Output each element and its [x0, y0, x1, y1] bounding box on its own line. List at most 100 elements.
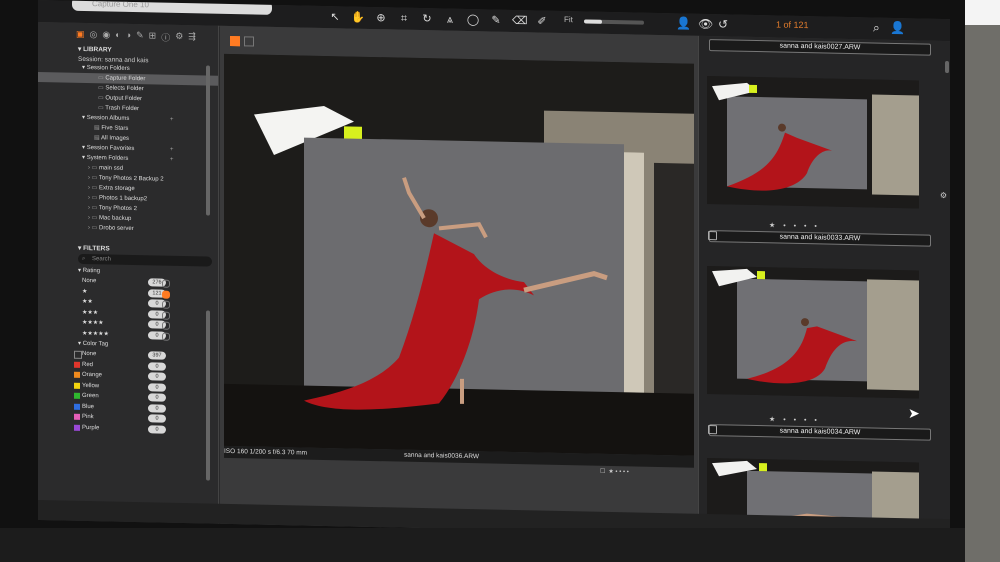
- viewer-rating-stars[interactable]: ★ • • • •: [608, 468, 628, 475]
- capture-tab-icon[interactable]: ◎: [90, 29, 98, 42]
- thumbnail-1[interactable]: [707, 266, 919, 399]
- drive-icon: ▭: [91, 195, 100, 202]
- library-scrollbar[interactable]: [206, 65, 210, 216]
- color-swatch-icon: [74, 371, 80, 378]
- system-folder-label: Tony Photos 2: [98, 205, 137, 213]
- filter-search-placeholder: Search: [92, 256, 112, 263]
- spot-icon[interactable]: ◯: [466, 13, 480, 27]
- profile-icon[interactable]: 👤: [890, 21, 905, 35]
- system-folder-label: Tony Photos 2 Backup 2: [98, 175, 164, 183]
- desk-background: [965, 0, 1000, 562]
- color-swatch-icon: [74, 413, 80, 420]
- thumbnail-0[interactable]: [707, 76, 919, 209]
- crop-icon[interactable]: ⌗: [397, 12, 411, 26]
- thumb-rating-1[interactable]: ★ • • • •: [769, 415, 820, 424]
- brush-icon[interactable]: ✎: [489, 13, 503, 27]
- color-swatch-icon: [74, 361, 80, 368]
- thumb-name-1-label: sanna and kais0033.ARW: [779, 233, 861, 243]
- image-viewer: ISO 160 1/200 s f/6.3 70 mm sanna and ka…: [220, 25, 698, 534]
- rating-filter-toggle[interactable]: [162, 332, 170, 341]
- session-albums-label: Session Albums: [86, 115, 130, 122]
- zoom-slider[interactable]: [584, 19, 644, 25]
- batch-tab-icon[interactable]: ⇶: [188, 31, 196, 44]
- exposure-tab-icon[interactable]: ◑: [126, 30, 131, 43]
- pan-hand-icon[interactable]: ✋: [351, 11, 365, 25]
- filters-header: ▾ FILTERS: [78, 244, 110, 253]
- user-icon[interactable]: 👤: [676, 16, 691, 30]
- lens-tab-icon[interactable]: ◉: [102, 29, 110, 42]
- thumbnail-1-image: [707, 266, 919, 399]
- color-tag-filter-label: Color Tag: [82, 340, 109, 348]
- rating-filter-toggle[interactable]: [162, 311, 170, 320]
- system-folder-label: Mac backup: [99, 215, 132, 222]
- color-tab-icon[interactable]: ◐: [115, 30, 120, 43]
- rating-filter-label: ★★★★★: [82, 330, 109, 337]
- add-favorite-icon[interactable]: +: [170, 145, 174, 155]
- color-tag-count: 0: [148, 393, 166, 402]
- library-tab-icon[interactable]: ▣: [76, 29, 85, 42]
- add-album-icon[interactable]: +: [170, 115, 174, 125]
- color-tag-count: 0: [148, 382, 166, 392]
- loupe-icon[interactable]: ⊕: [374, 11, 388, 25]
- metadata-tab-icon[interactable]: ⓘ: [161, 31, 170, 44]
- rating-filter-toggle[interactable]: [162, 279, 170, 288]
- eraser-icon[interactable]: ⌫: [512, 14, 528, 28]
- reset-icon[interactable]: ↺: [718, 17, 728, 31]
- thumb-rating-0[interactable]: ★ • • • •: [769, 221, 820, 230]
- filter-search-input[interactable]: ⌕ Search: [78, 253, 212, 267]
- drive-icon: ▭: [91, 165, 100, 172]
- image-counter: 1 of 121: [776, 19, 809, 31]
- laptop-base: [0, 528, 965, 562]
- color-tag-label: Purple: [82, 424, 100, 431]
- color-tag-label: Orange: [82, 371, 103, 379]
- select-arrow-icon[interactable]: ↖: [328, 10, 342, 24]
- color-tag-count: 0: [148, 424, 166, 434]
- color-tag-count: 0: [148, 414, 166, 423]
- color-tag-label: None: [82, 350, 97, 358]
- color-tag-label: Yellow: [82, 382, 100, 389]
- drive-icon: ▭: [91, 215, 100, 222]
- color-swatch-icon: [74, 392, 80, 399]
- thumb-checkbox-2[interactable]: [708, 425, 717, 435]
- system-folder-label: Extra storage: [99, 185, 135, 193]
- rating-filter-toggle[interactable]: [162, 300, 170, 309]
- rotate-icon[interactable]: ↻: [420, 12, 434, 26]
- output-tab-icon[interactable]: ⚙: [175, 31, 183, 44]
- exif-info: ISO 160 1/200 s f/6.3 70 mm: [224, 447, 308, 457]
- rating-filter-label: ★: [82, 288, 88, 295]
- session-folder-label: Output Folder: [105, 95, 143, 103]
- system-folder-label: Photos 1 backup2: [99, 195, 148, 203]
- rating-filter-label: Rating: [82, 267, 101, 275]
- keystone-icon[interactable]: ⩓: [443, 12, 457, 26]
- fit-label: Fit: [564, 15, 573, 25]
- viewer-mode-tabs: [230, 36, 254, 47]
- main-photo[interactable]: [224, 53, 694, 456]
- album-icon: ▤: [94, 135, 102, 142]
- main-photo-image: [224, 53, 694, 456]
- search-icon[interactable]: ⌕: [873, 20, 880, 35]
- rating-filter-toggle[interactable]: [162, 290, 170, 299]
- mouse-pointer-icon: ➤: [908, 405, 920, 421]
- single-view-icon[interactable]: [244, 36, 254, 47]
- rating-filter-list: None 276 ★ 121 ★★ 0 ★★★ 0 ★★★★ 0 ★★★★★ 0: [38, 275, 218, 342]
- session-folder-label: Selects Folder: [105, 85, 144, 93]
- adjust-tab-icon[interactable]: ⊞: [149, 30, 157, 43]
- viewer-rating[interactable]: ☐ ★ • • • •: [600, 468, 629, 476]
- viewer-checkbox[interactable]: ☐: [600, 468, 605, 475]
- thumb-checkbox-1[interactable]: [708, 231, 717, 241]
- browser-scrollbar[interactable]: [945, 60, 949, 74]
- session-album-label: All Images: [101, 135, 130, 142]
- picker-icon[interactable]: ✐: [535, 14, 549, 28]
- left-sidebar: ▣ ◎ ◉ ◐ ◑ ✎ ⊞ ⓘ ⚙ ⇶ ▾ LIBRARY Session: s…: [38, 22, 219, 524]
- rating-filter-toggle[interactable]: [162, 321, 170, 330]
- session-folder-label: Capture Folder: [105, 75, 146, 83]
- details-tab-icon[interactable]: ✎: [136, 30, 144, 43]
- thumb-settings-icon[interactable]: ⚙: [940, 191, 947, 200]
- filters-header-label: FILTERS: [83, 244, 110, 253]
- grid-view-icon[interactable]: [230, 36, 240, 47]
- eye-icon[interactable]: 👁: [698, 17, 713, 31]
- thumb-name-0: sanna and kais0027.ARW: [709, 39, 931, 56]
- filters-scrollbar[interactable]: [206, 310, 210, 481]
- color-swatch-icon: [74, 382, 80, 389]
- add-system-folder-icon[interactable]: +: [170, 155, 174, 165]
